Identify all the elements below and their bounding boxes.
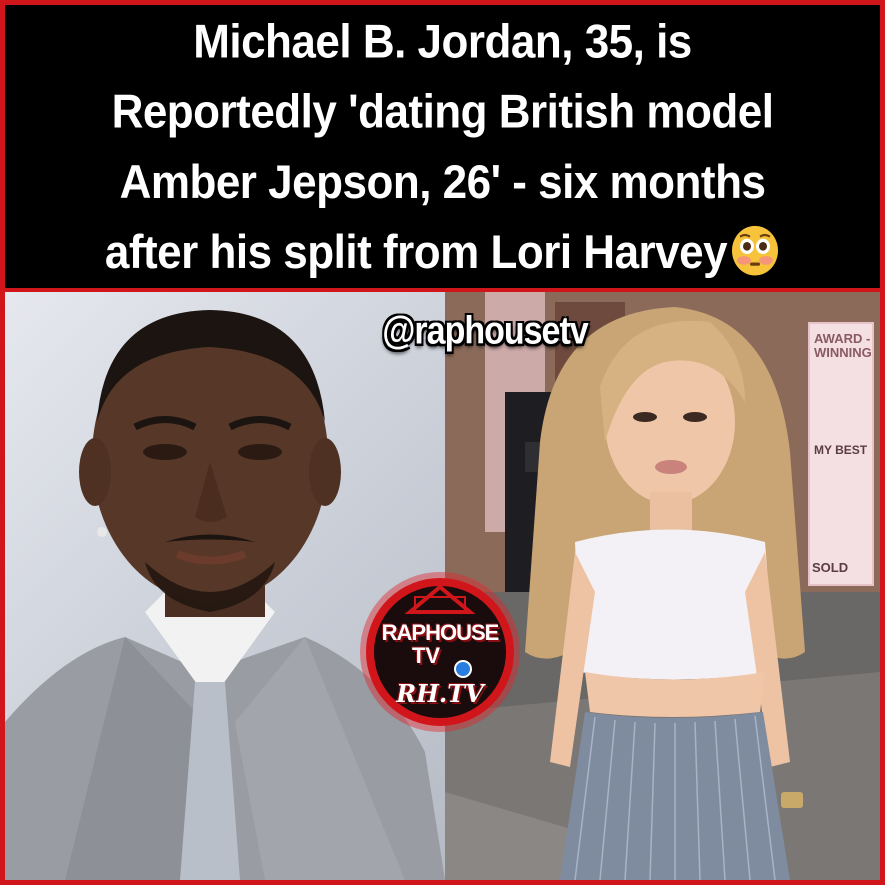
- sign-sold-text: SOLD: [812, 560, 849, 575]
- photo-collage: AWARD -WINNING MY BEST SOLD @raphousetv …: [5, 292, 880, 880]
- headline-banner: Michael B. Jordan, 35, is Reportedly 'da…: [5, 5, 880, 292]
- headline-line-2: Reportedly 'dating British model: [111, 84, 774, 138]
- logo-tv-text: TV: [411, 643, 441, 668]
- raphouse-tv-logo: RAPHOUSE TV RH.TV: [355, 567, 525, 737]
- watermark-handle: @raphousetv: [382, 309, 588, 353]
- sign-my-best-text: MY BEST: [814, 443, 868, 457]
- headline-line-1: Michael B. Jordan, 35, is: [193, 14, 692, 68]
- headline-line-3: Amber Jepson, 26' - six months: [119, 155, 766, 209]
- logo-rhtv-text: RH.TV: [396, 679, 484, 708]
- headline: Michael B. Jordan, 35, is Reportedly 'da…: [5, 6, 880, 287]
- flushed-face-emoji-icon: [732, 225, 779, 276]
- storefront-sign: AWARD -WINNING MY BEST SOLD: [808, 322, 874, 586]
- headline-line-4-text: after his split from Lori Harvey: [104, 225, 728, 279]
- headline-line-4: after his split from Lori Harvey: [13, 217, 872, 287]
- post-frame: Michael B. Jordan, 35, is Reportedly 'da…: [0, 0, 885, 885]
- sign-award-text: AWARD -WINNING: [814, 331, 872, 360]
